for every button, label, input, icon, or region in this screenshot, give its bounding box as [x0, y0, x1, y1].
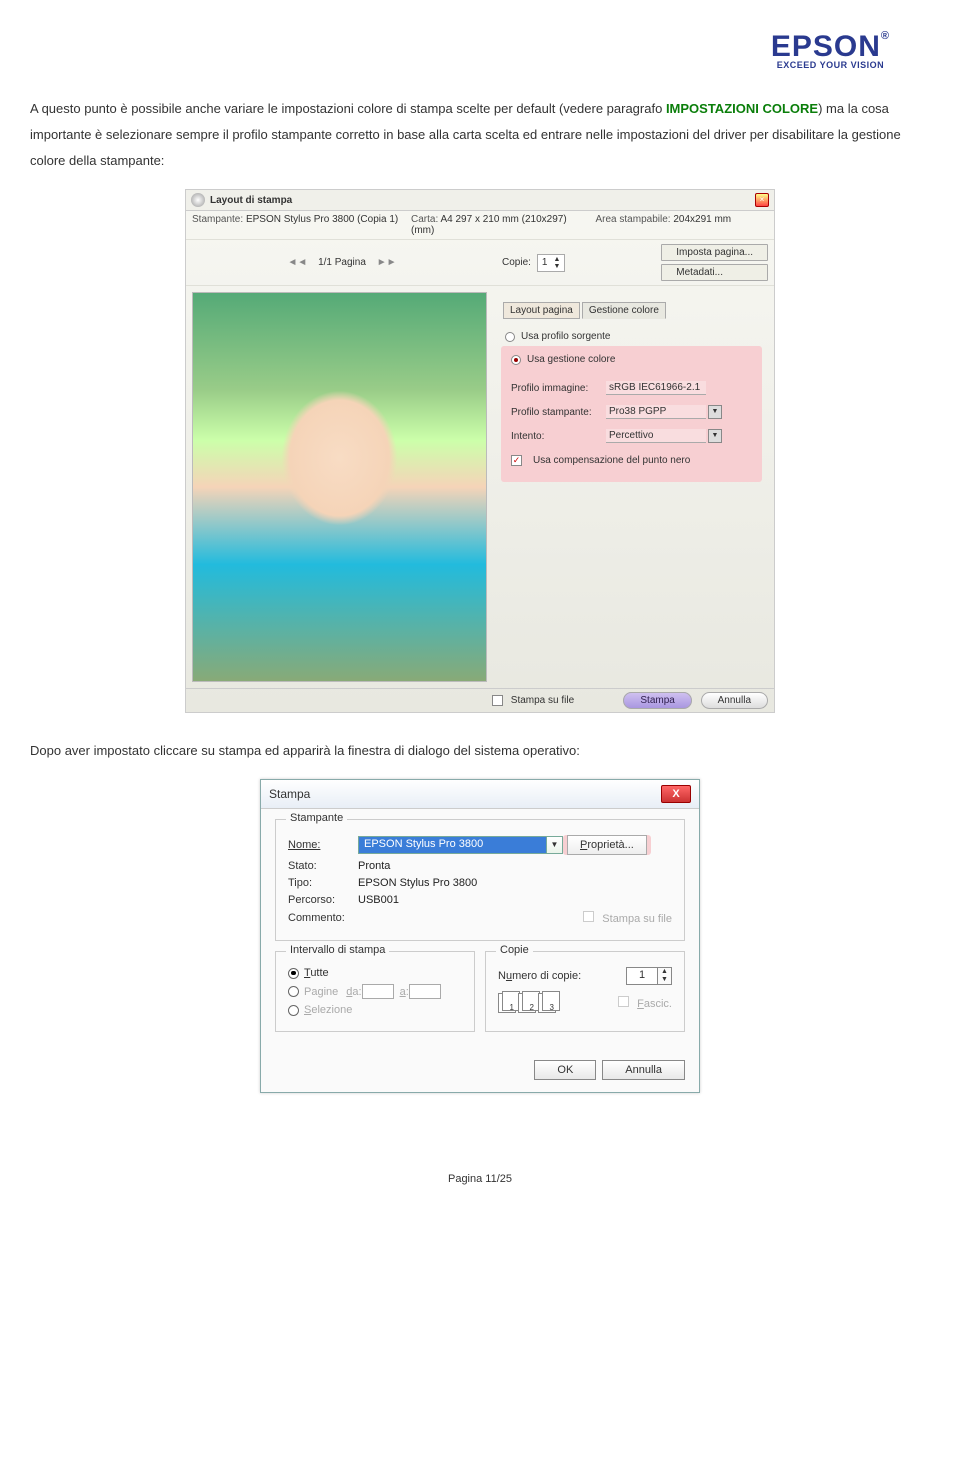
black-point-checkbox[interactable]: ✓ — [511, 455, 522, 466]
page-number: Pagina 11/25 — [30, 1173, 930, 1185]
name-label: Nome: — [288, 839, 358, 851]
radio-all-label: Tutte — [304, 967, 329, 979]
range-legend: Intervallo di stampa — [286, 944, 389, 956]
num-copies-label: Numero di copie: — [498, 970, 581, 982]
to-label: a: — [400, 986, 409, 998]
page-setup-button[interactable]: Imposta pagina... — [661, 244, 768, 261]
radio-selection-label: Selezione — [304, 1004, 352, 1016]
page-indicator: 1/1 Pagina — [318, 257, 366, 268]
range-group: Intervallo di stampa Tutte Pagine da: a:… — [275, 951, 475, 1032]
collate-icon: 2 — [518, 993, 536, 1013]
metadata-button[interactable]: Metadati... — [661, 264, 768, 281]
copies-spinner[interactable]: 1▲▼ — [537, 254, 566, 272]
print-preview — [192, 292, 487, 682]
close-icon[interactable]: × — [755, 193, 769, 207]
system-print-dialog: Stampa X Stampante Nome: EPSON Stylus Pr… — [260, 779, 700, 1093]
copies-label: Copie: — [502, 257, 531, 268]
reference-link: IMPOSTAZIONI COLORE — [666, 101, 818, 116]
intent-dropdown[interactable]: Percettivo — [606, 429, 706, 443]
tab-layout[interactable]: Layout pagina — [503, 302, 580, 319]
cancel-button[interactable]: Annulla — [701, 692, 768, 709]
copies-legend: Copie — [496, 944, 533, 956]
printer-value: EPSON Stylus Pro 3800 (Copia 1) — [246, 214, 398, 225]
black-point-label: Usa compensazione del punto nero — [533, 455, 690, 466]
dropdown-arrow-icon[interactable]: ▼ — [546, 837, 562, 853]
preview-photo — [193, 293, 486, 681]
middle-paragraph: Dopo aver impostato cliccare su stampa e… — [30, 738, 930, 764]
num-copies-spinner[interactable]: 1 ▲▼ — [626, 967, 672, 985]
paper-label: Carta: — [411, 214, 438, 225]
logo-block: EPSON® EXCEED YOUR VISION — [30, 20, 930, 71]
to-input — [409, 984, 441, 999]
radio-source-profile[interactable] — [505, 332, 515, 342]
window-title: Layout di stampa — [210, 195, 755, 206]
properties-button[interactable]: Proprietà... — [567, 835, 647, 855]
collate-checkbox — [618, 996, 629, 1007]
dropdown-arrow-icon[interactable]: ▼ — [708, 429, 722, 443]
dropdown-arrow-icon[interactable]: ▼ — [708, 405, 722, 419]
intro-paragraph: A questo punto è possibile anche variare… — [30, 96, 930, 174]
window-icon — [191, 193, 205, 207]
print-to-file-label: Stampa su file — [602, 913, 672, 925]
path-value: USB001 — [358, 894, 399, 906]
comment-label: Commento: — [288, 912, 358, 924]
image-profile-label: Profilo immagine: — [511, 383, 606, 394]
collate-icon: 3 — [538, 993, 556, 1013]
print-button[interactable]: Stampa — [623, 692, 691, 709]
cancel-button[interactable]: Annulla — [602, 1060, 685, 1080]
radio-selection — [288, 1005, 299, 1016]
printer-name-dropdown[interactable]: EPSON Stylus Pro 3800 ▼ — [358, 836, 563, 854]
intent-label: Intento: — [511, 431, 606, 442]
type-value: EPSON Stylus Pro 3800 — [358, 877, 477, 889]
print-layout-dialog: Layout di stampa × Stampante: EPSON Styl… — [185, 189, 775, 713]
printer-group-legend: Stampante — [286, 812, 347, 824]
printer-label: Stampante: — [192, 214, 243, 225]
dialog-title: Stampa — [269, 787, 661, 801]
print-to-file-checkbox[interactable]: ✓ — [492, 695, 503, 706]
collate-icon: 1 — [498, 993, 516, 1013]
state-value: Pronta — [358, 860, 390, 872]
path-label: Percorso: — [288, 894, 358, 906]
printer-profile-dropdown[interactable]: Pro38 PGPP — [606, 405, 706, 419]
print-to-file-checkbox — [583, 911, 594, 922]
ok-button[interactable]: OK — [534, 1060, 596, 1080]
radio-all[interactable] — [288, 968, 299, 979]
radio-source-profile-label: Usa profilo sorgente — [521, 331, 611, 342]
type-label: Tipo: — [288, 877, 358, 889]
from-label: da: — [346, 986, 361, 998]
tab-color-management[interactable]: Gestione colore — [582, 302, 666, 319]
print-to-file-label: Stampa su file — [511, 695, 574, 706]
printer-group: Stampante Nome: EPSON Stylus Pro 3800 ▼ … — [275, 819, 685, 941]
logo-registered: ® — [881, 30, 890, 42]
radio-pages-label: Pagine — [304, 986, 338, 998]
area-label: Area stampabile: — [596, 214, 671, 225]
prev-page-icon[interactable]: ◄◄ — [288, 257, 308, 268]
radio-color-management[interactable] — [511, 355, 521, 365]
logo-text: EPSON — [771, 30, 881, 63]
from-input — [362, 984, 394, 999]
next-page-icon[interactable]: ►► — [377, 257, 397, 268]
radio-pages — [288, 986, 299, 997]
radio-color-management-label: Usa gestione colore — [527, 354, 615, 365]
collate-label: Fascic. — [637, 998, 672, 1010]
state-label: Stato: — [288, 860, 358, 872]
copies-group: Copie Numero di copie: 1 ▲▼ 1 2 3 Fascic… — [485, 951, 685, 1032]
highlighted-settings: Usa gestione colore Profilo immagine: sR… — [501, 346, 762, 482]
close-icon[interactable]: X — [661, 785, 691, 803]
area-value: 204x291 mm — [673, 214, 731, 225]
printer-profile-label: Profilo stampante: — [511, 407, 606, 418]
image-profile-value: sRGB IEC61966-2.1 — [606, 381, 706, 395]
